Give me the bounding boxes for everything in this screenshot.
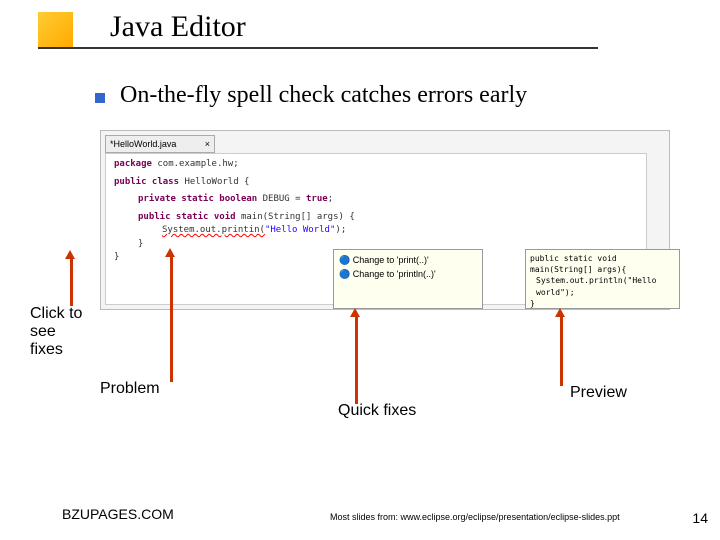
slide-title: Java Editor	[110, 10, 246, 44]
arrow-head-icon	[165, 248, 175, 257]
arrow-head-icon	[555, 308, 565, 317]
page-number: 14	[692, 510, 708, 526]
preview-popup: public static void main(String[] args){ …	[525, 249, 680, 309]
preview-line: }	[530, 298, 675, 309]
quickfix-item: 🔵 Change to 'print(..)'	[339, 253, 477, 267]
title-underline	[38, 47, 598, 49]
quickfix-item: 🔵 Change to 'println(..)'	[339, 267, 477, 281]
preview-line: public static void main(String[] args){	[530, 253, 675, 275]
close-icon: ×	[205, 139, 210, 149]
footer-left: BZUPAGES.COM	[62, 506, 174, 522]
bullet-icon	[95, 93, 105, 103]
footer-attribution: Most slides from: www.eclipse.org/eclips…	[330, 512, 620, 522]
arrow	[355, 314, 358, 404]
preview-line: System.out.println("Hello world");	[530, 275, 675, 297]
arrow	[70, 256, 73, 306]
accent-square	[38, 12, 73, 47]
body-text: On-the-fly spell check catches errors ea…	[120, 82, 527, 109]
arrow-head-icon	[350, 308, 360, 317]
arrow	[170, 254, 173, 382]
arrow-head-icon	[65, 250, 75, 259]
annotation-click-to-see-fixes: Click to see fixes	[30, 305, 90, 359]
annotation-quick-fixes: Quick fixes	[338, 402, 416, 420]
annotation-preview: Preview	[570, 384, 627, 402]
quickfix-popup: 🔵 Change to 'print(..)' 🔵 Change to 'pri…	[333, 249, 483, 309]
annotation-problem: Problem	[100, 380, 160, 398]
editor-tab: *HelloWorld.java ×	[105, 135, 215, 153]
tab-label: *HelloWorld.java	[110, 139, 176, 149]
arrow	[560, 314, 563, 386]
